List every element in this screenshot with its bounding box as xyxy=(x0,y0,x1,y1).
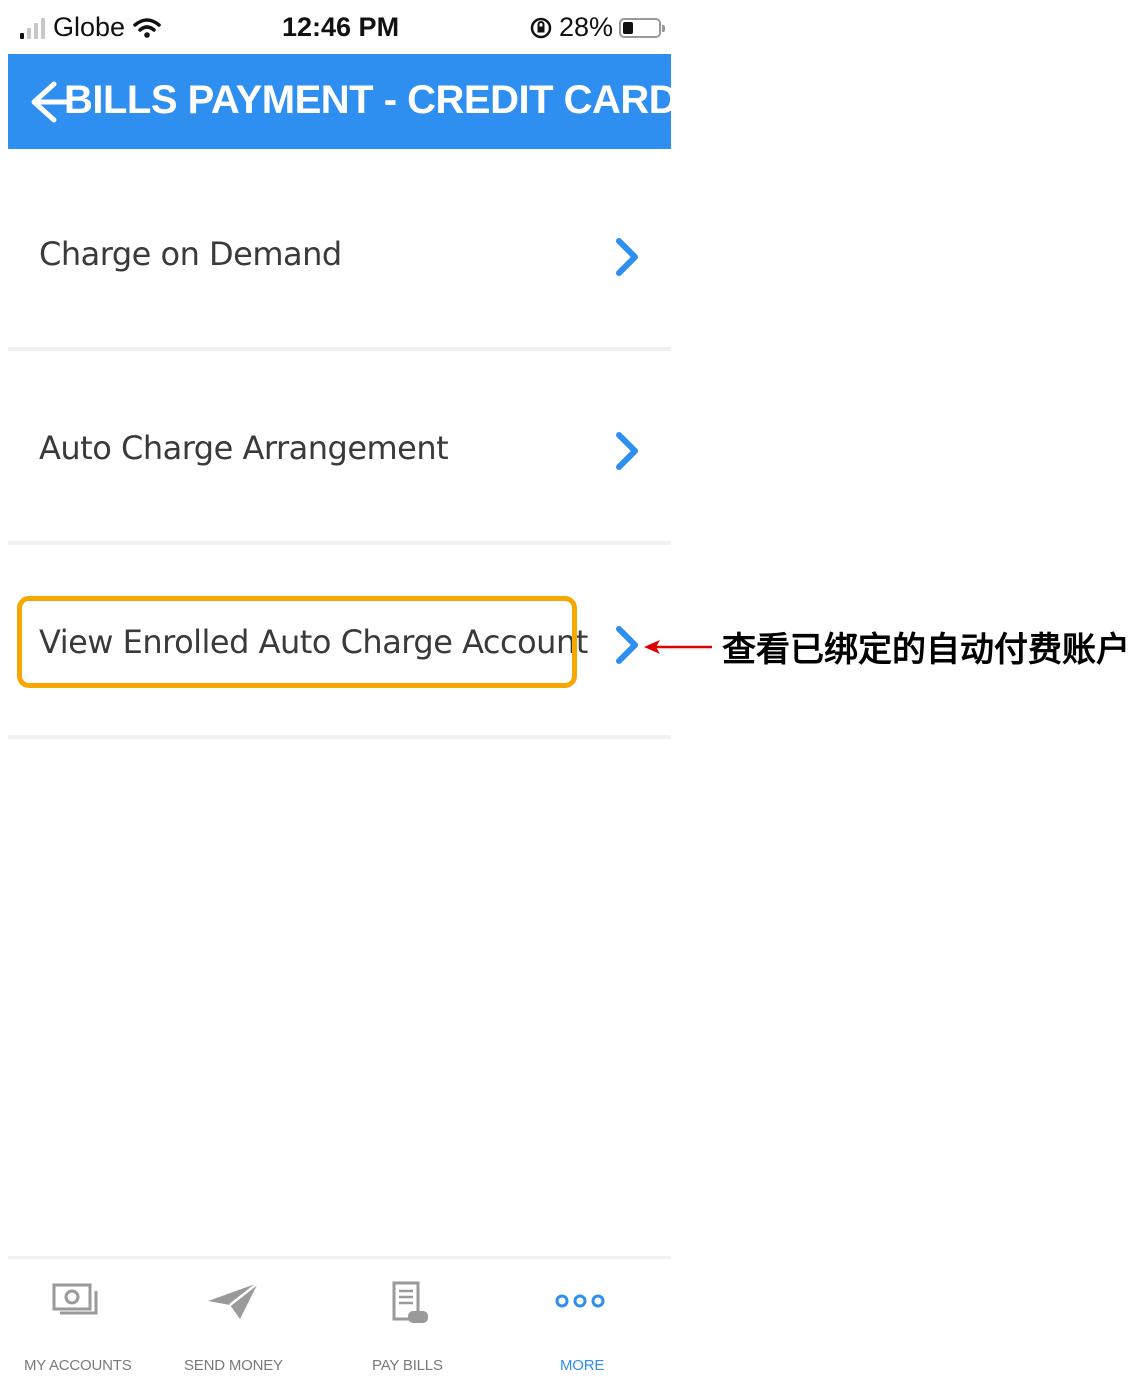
menu-item-label: View Enrolled Auto Charge Account xyxy=(39,623,588,661)
menu-item-view-enrolled-auto-charge-account[interactable]: View Enrolled Auto Charge Account xyxy=(8,545,671,739)
red-arrow-icon xyxy=(644,640,712,654)
tab-label: MY ACCOUNTS xyxy=(24,1357,132,1374)
carrier-name: Globe xyxy=(53,12,126,42)
rotation-lock-icon xyxy=(530,17,552,38)
tab-label: PAY BILLS xyxy=(372,1357,443,1374)
status-time: 12:46 PM xyxy=(282,12,400,42)
bottom-tab-bar: MY ACCOUNTS SEND MONEY PAY BILLS MORE xyxy=(8,1256,671,1374)
tab-label: SEND MONEY xyxy=(184,1357,283,1374)
tab-more[interactable]: MORE xyxy=(514,1259,654,1377)
chevron-right-icon xyxy=(616,432,638,470)
wifi-icon xyxy=(133,17,161,38)
paper-plane-icon xyxy=(208,1282,259,1319)
tab-pay-bills[interactable]: PAY BILLS xyxy=(344,1259,474,1377)
tab-send-money[interactable]: SEND MONEY xyxy=(176,1259,316,1377)
menu-item-label: Charge on Demand xyxy=(39,235,342,273)
phone-screen: Globe 12:46 PM 28% BILLS PAYMENT - CREDI… xyxy=(8,0,678,1374)
signal-icon xyxy=(20,17,45,39)
status-left: Globe xyxy=(20,12,161,43)
menu-item-label: Auto Charge Arrangement xyxy=(39,429,449,467)
battery-percent: 28% xyxy=(558,12,613,42)
more-dots-icon xyxy=(555,1294,605,1308)
menu-item-charge-on-demand[interactable]: Charge on Demand xyxy=(8,157,671,351)
tab-my-accounts[interactable]: MY ACCOUNTS xyxy=(18,1259,158,1377)
chevron-right-icon xyxy=(616,238,638,276)
battery-icon xyxy=(619,17,665,38)
page-title: BILLS PAYMENT - CREDIT CARD xyxy=(64,78,678,122)
annotation-text: 查看已绑定的自动付费账户 xyxy=(722,630,1130,670)
bill-icon xyxy=(392,1281,428,1323)
wallet-icon xyxy=(52,1283,98,1315)
status-bar: Globe 12:46 PM 28% xyxy=(8,0,671,54)
tab-label: MORE xyxy=(560,1357,605,1374)
app-header: BILLS PAYMENT - CREDIT CARD xyxy=(8,54,678,149)
menu-item-auto-charge-arrangement[interactable]: Auto Charge Arrangement xyxy=(8,351,671,545)
status-right: 28% xyxy=(529,12,665,43)
chevron-right-icon xyxy=(616,626,638,664)
